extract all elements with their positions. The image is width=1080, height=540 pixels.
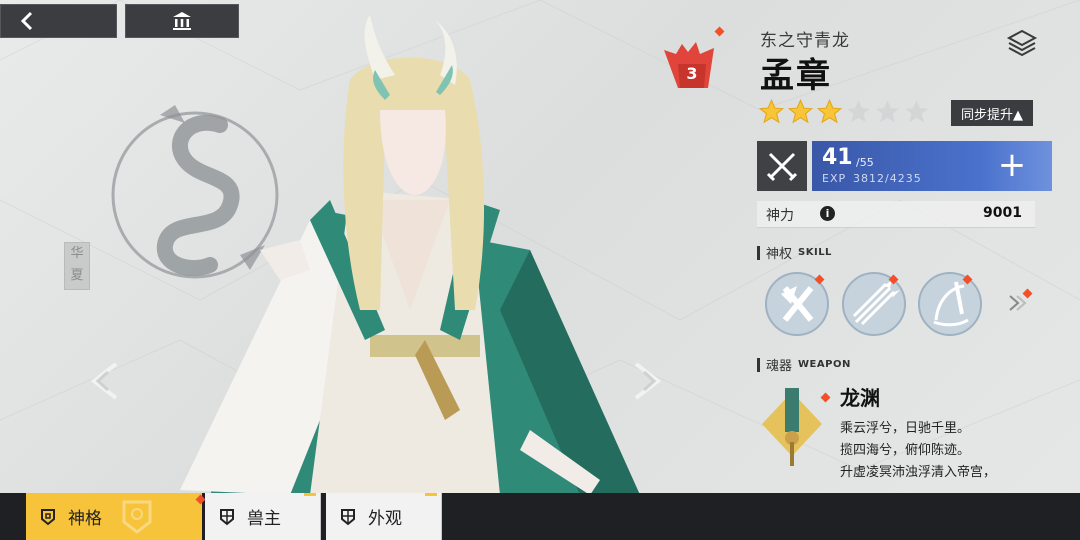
huaxia-seal: 华夏	[64, 242, 90, 290]
weapon-section-header: 魂器 WEAPON	[757, 355, 851, 374]
weapon-name: 龙渊	[840, 386, 880, 410]
weapon-label-cn: 魂器	[766, 359, 793, 374]
tab-label: 神格	[68, 509, 102, 529]
skill-label-cn: 神权	[766, 247, 793, 262]
exp-value: 3812/4235	[853, 172, 922, 185]
tab-marker	[425, 493, 437, 496]
star-rating	[758, 98, 930, 125]
weapon-description-line-2: 揽四海兮，俯仰陈迹。	[840, 443, 971, 458]
skill-section-header: 神权 SKILL	[757, 243, 832, 262]
level-up-plus-button[interactable]: +	[996, 148, 1028, 182]
info-icon[interactable]: i	[820, 206, 835, 221]
crossed-swords-icon	[766, 152, 798, 182]
level-max: /55	[856, 156, 874, 169]
star-empty-icon	[905, 100, 928, 123]
next-character-arrow[interactable]	[622, 356, 672, 406]
skill-3-button[interactable]	[918, 272, 982, 336]
chevron-left-icon	[20, 11, 33, 31]
skill-label-en: SKILL	[798, 247, 832, 258]
layers-icon[interactable]	[1006, 28, 1038, 60]
sync-upgrade-button[interactable]: 同步提升▲	[951, 100, 1033, 126]
exp-label: EXP	[822, 172, 847, 185]
tab-beast-master[interactable]: 兽主	[205, 493, 321, 540]
star-filled-icon	[787, 98, 814, 124]
character-name: 孟章	[760, 56, 832, 96]
tab-appearance[interactable]: 外观	[326, 493, 442, 540]
star-empty-icon	[847, 100, 870, 123]
tab-divinity[interactable]: 神格	[26, 493, 206, 540]
star-filled-icon	[816, 98, 843, 124]
star-empty-icon	[876, 100, 899, 123]
divinity-icon	[41, 508, 55, 525]
section-bar	[757, 245, 760, 260]
tab-marker	[304, 493, 316, 496]
divinity-watermark-icon	[122, 500, 152, 534]
character-illustration	[180, 15, 640, 495]
tab-label: 外观	[368, 509, 402, 529]
power-value: 9001	[983, 205, 1022, 221]
back-button[interactable]	[0, 4, 117, 38]
power-label: 神力	[766, 208, 794, 224]
weapon-description-line-1: 乘云浮兮，日驰千里。	[840, 421, 971, 436]
previous-character-arrow[interactable]	[80, 356, 130, 406]
class-badge	[757, 141, 807, 191]
shield-icon	[220, 508, 234, 525]
rank-number: 3	[686, 64, 698, 83]
section-bar	[757, 357, 760, 372]
level-value: 41	[822, 145, 853, 170]
shield-icon	[341, 508, 355, 525]
weapon-description-line-3: 升虚凌冥沛浊浮清入帝宫，	[840, 465, 997, 480]
weapon-icon[interactable]	[758, 384, 826, 472]
star-filled-icon	[758, 98, 785, 124]
weapon-label-en: WEAPON	[798, 359, 851, 370]
tab-label: 兽主	[247, 509, 281, 529]
skill-2-button[interactable]	[842, 272, 906, 336]
